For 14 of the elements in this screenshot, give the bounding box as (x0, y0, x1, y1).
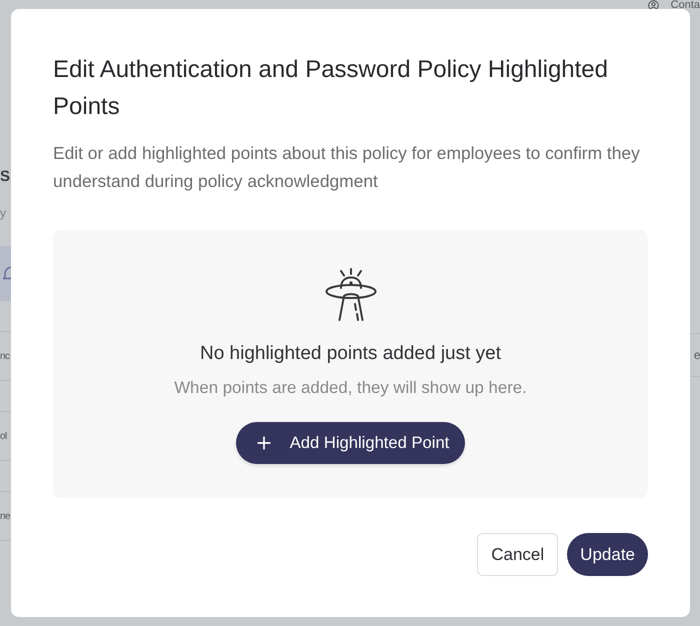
bell-icon (3, 266, 11, 282)
user-icon (648, 0, 659, 11)
nav-item[interactable] (0, 246, 11, 301)
dialog-description: Edit or add highlighted points about this policy for employees to confirm they understand during policy acknowledgment (53, 142, 641, 193)
add-highlighted-point-button[interactable]: Add Highlighted Point (236, 422, 466, 464)
empty-state-heading: No highlighted points added just yet (200, 342, 502, 366)
subtitle-text: y (0, 205, 7, 222)
secondary-button[interactable]: Cancel (477, 533, 558, 576)
primary-button[interactable]: Update (567, 533, 648, 576)
ufo-icon (322, 267, 378, 323)
dialog-title: Edit Authentication and Password Policy Highlighted Points (53, 55, 609, 122)
account-text: Conta (670, 0, 700, 11)
empty-state-message: When points are added, they will show up here. (174, 377, 527, 399)
heading-text: S (0, 166, 11, 186)
